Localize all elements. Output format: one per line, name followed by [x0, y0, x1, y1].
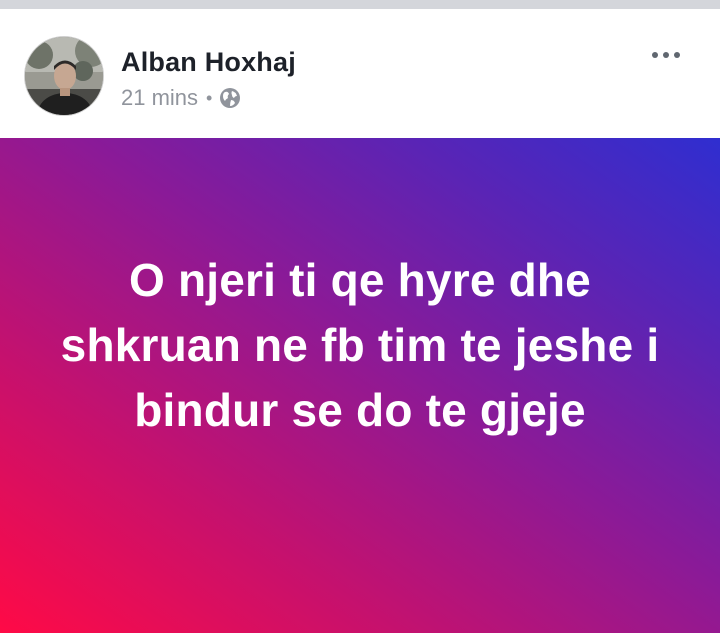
facebook-post-screenshot: Alban Hoxhaj 21 mins • O njeri ti qe hyr…: [0, 0, 720, 633]
more-options-icon-dot: [663, 52, 669, 58]
more-options-icon: [652, 52, 658, 58]
top-divider: [0, 0, 720, 9]
post-header: Alban Hoxhaj 21 mins •: [0, 9, 720, 138]
post-meta: 21 mins •: [121, 85, 241, 111]
more-options-icon-dot: [674, 52, 680, 58]
post-timestamp[interactable]: 21 mins: [121, 85, 198, 111]
author-name[interactable]: Alban Hoxhaj: [121, 47, 296, 78]
avatar-photo-icon: [25, 37, 103, 115]
author-avatar[interactable]: [24, 36, 104, 116]
meta-separator: •: [206, 87, 213, 108]
post-background: O njeri ti qe hyre dhe shkruan ne fb tim…: [0, 138, 720, 633]
globe-icon[interactable]: [219, 87, 241, 109]
post-text: O njeri ti qe hyre dhe shkruan ne fb tim…: [60, 254, 660, 436]
more-options-button[interactable]: [644, 41, 688, 69]
